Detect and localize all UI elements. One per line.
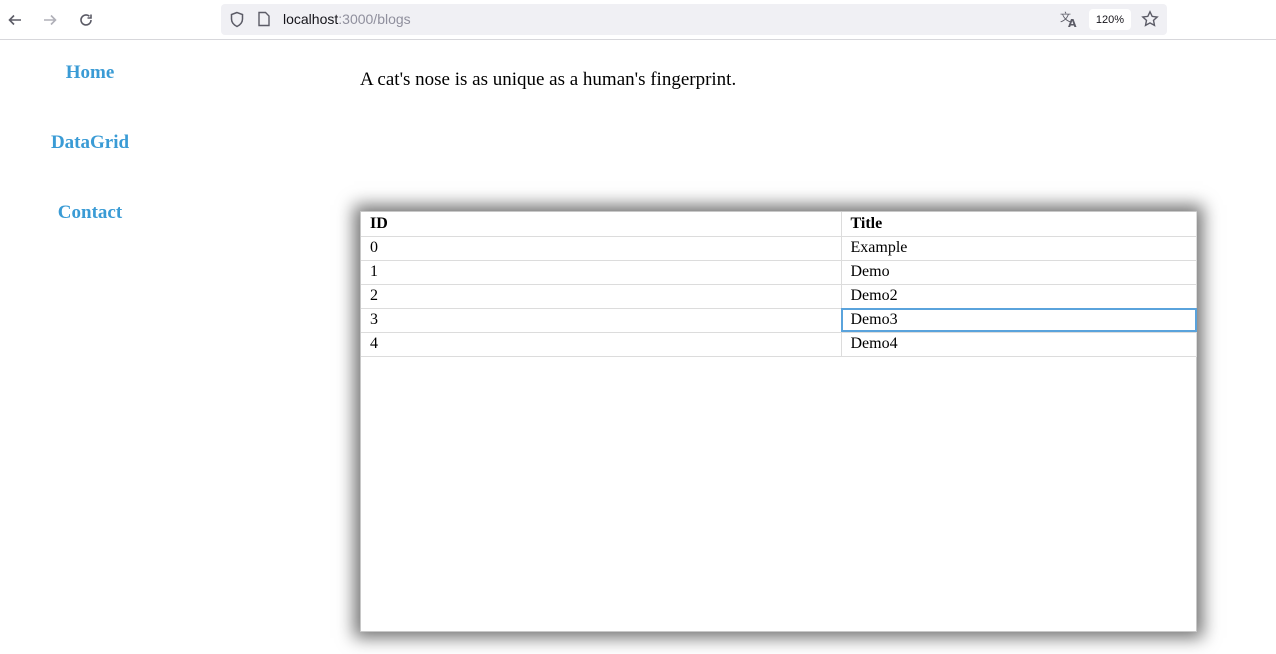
column-header-title[interactable]: Title [841,212,1197,237]
url-text[interactable]: localhost:3000/blogs [283,11,411,27]
cell-title[interactable]: Demo2 [841,284,1197,309]
url-path: :3000/blogs [338,11,411,27]
cell-title[interactable]: Demo4 [841,332,1197,357]
translate-icon[interactable]: 文A [1059,10,1079,33]
header-row: ID Title [361,212,1197,237]
table-row: 0 Example [361,236,1197,261]
sidebar-item-datagrid[interactable]: DataGrid [0,132,180,154]
cat-fact-text: A cat's nose is as unique as a human's f… [360,69,737,90]
column-header-id[interactable]: ID [361,212,842,237]
svg-text:A: A [1068,17,1077,28]
cell-id[interactable]: 1 [361,260,842,285]
zoom-level-button[interactable]: 120% [1089,9,1131,30]
data-grid: ID Title 0 Example 1 Demo 2 Demo2 3 Demo… [360,211,1197,632]
shield-icon[interactable] [229,11,245,33]
cell-id[interactable]: 0 [361,236,842,261]
sidebar-item-contact[interactable]: Contact [0,202,180,224]
table-row: 2 Demo2 [361,284,1197,309]
cell-id[interactable]: 4 [361,332,842,357]
bookmark-star-icon[interactable] [1141,10,1159,33]
cell-title-focused[interactable]: Demo3 [841,308,1197,333]
cell-id[interactable]: 2 [361,284,842,309]
cell-title[interactable]: Example [841,236,1197,261]
back-icon[interactable] [3,8,27,32]
data-grid-table: ID Title 0 Example 1 Demo 2 Demo2 3 Demo… [361,212,1197,357]
table-row: 1 Demo [361,260,1197,285]
browser-toolbar: localhost:3000/blogs 文A 120% [0,0,1276,40]
cell-title[interactable]: Demo [841,260,1197,285]
table-row: 3 Demo3 [361,308,1197,333]
sidebar-item-home[interactable]: Home [0,62,180,84]
cell-id[interactable]: 3 [361,308,842,333]
page-icon [257,11,271,32]
reload-icon[interactable] [74,8,98,32]
forward-icon[interactable] [38,8,62,32]
url-host: localhost [283,11,339,27]
table-row: 4 Demo4 [361,332,1197,357]
address-bar[interactable]: localhost:3000/blogs 文A 120% [221,4,1167,35]
